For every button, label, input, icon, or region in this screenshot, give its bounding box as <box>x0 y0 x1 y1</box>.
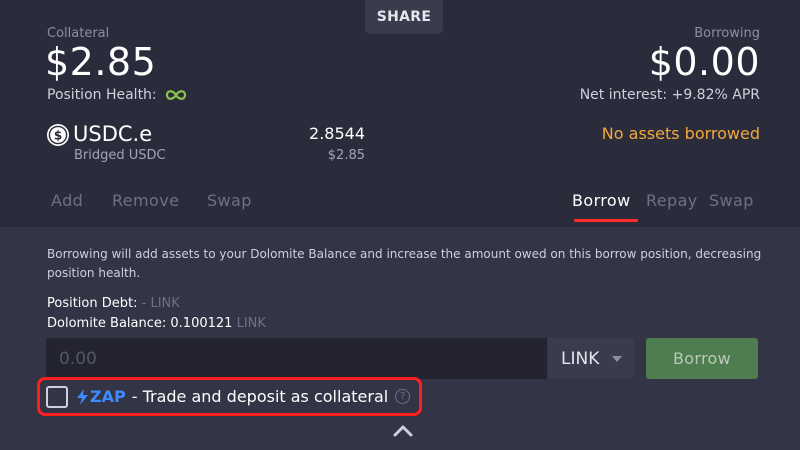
tab-repay[interactable]: Repay <box>646 191 698 210</box>
tab-swap-borrow[interactable]: Swap <box>709 191 754 210</box>
dolomite-balance-unit: LINK <box>236 316 266 331</box>
token-amount: 2.8544 <box>309 124 365 143</box>
borrowing-value: $0.00 <box>648 40 760 84</box>
position-debt-unit: LINK <box>150 296 180 311</box>
active-tab-underline <box>574 219 638 222</box>
zap-description: - Trade and deposit as collateral <box>131 387 389 406</box>
position-debt: Position Debt: - LINK <box>47 296 180 311</box>
borrow-button[interactable]: Borrow <box>646 338 758 379</box>
usdc-coin-icon: $ <box>47 124 69 146</box>
token-symbol: USDC.e <box>73 122 153 146</box>
svg-text:$: $ <box>54 129 62 143</box>
token-select-value: LINK <box>561 348 600 369</box>
zap-checkbox[interactable] <box>46 386 68 408</box>
infinity-icon <box>165 90 186 100</box>
tab-add[interactable]: Add <box>51 191 83 210</box>
position-health: Position Health: <box>47 87 189 103</box>
tab-remove[interactable]: Remove <box>112 191 179 210</box>
help-icon[interactable]: ? <box>395 389 411 404</box>
lightning-bolt-icon <box>77 388 88 405</box>
no-assets-borrowed: No assets borrowed <box>601 124 760 143</box>
chevron-down-icon <box>612 355 622 362</box>
share-button[interactable]: SHARE <box>365 0 443 34</box>
position-debt-value: - <box>141 296 147 311</box>
dolomite-balance: Dolomite Balance: 0.100121 LINK <box>47 316 266 331</box>
position-health-label: Position Health: <box>47 87 157 103</box>
chevron-up-icon[interactable] <box>392 424 414 438</box>
zap-option: ZAP - Trade and deposit as collateral ? <box>77 387 411 406</box>
collateral-value: $2.85 <box>45 40 157 84</box>
token-subname: Bridged USDC <box>74 148 166 163</box>
token-select[interactable]: LINK <box>548 338 634 379</box>
tab-borrow[interactable]: Borrow <box>572 191 631 210</box>
zap-label: ZAP <box>90 387 126 406</box>
tab-swap-collateral[interactable]: Swap <box>207 191 252 210</box>
collateral-label: Collateral <box>47 26 110 41</box>
borrow-amount-input[interactable] <box>46 338 547 379</box>
borrow-info-text: Borrowing will add assets to your Dolomi… <box>47 247 762 280</box>
dolomite-balance-value: 0.100121 <box>170 316 233 331</box>
borrowing-label: Borrowing <box>694 26 760 41</box>
token-usd-value: $2.85 <box>327 148 365 163</box>
net-interest: Net interest: +9.82% APR <box>579 87 760 103</box>
position-debt-label: Position Debt: <box>47 296 138 311</box>
dolomite-balance-label: Dolomite Balance: <box>47 316 167 331</box>
